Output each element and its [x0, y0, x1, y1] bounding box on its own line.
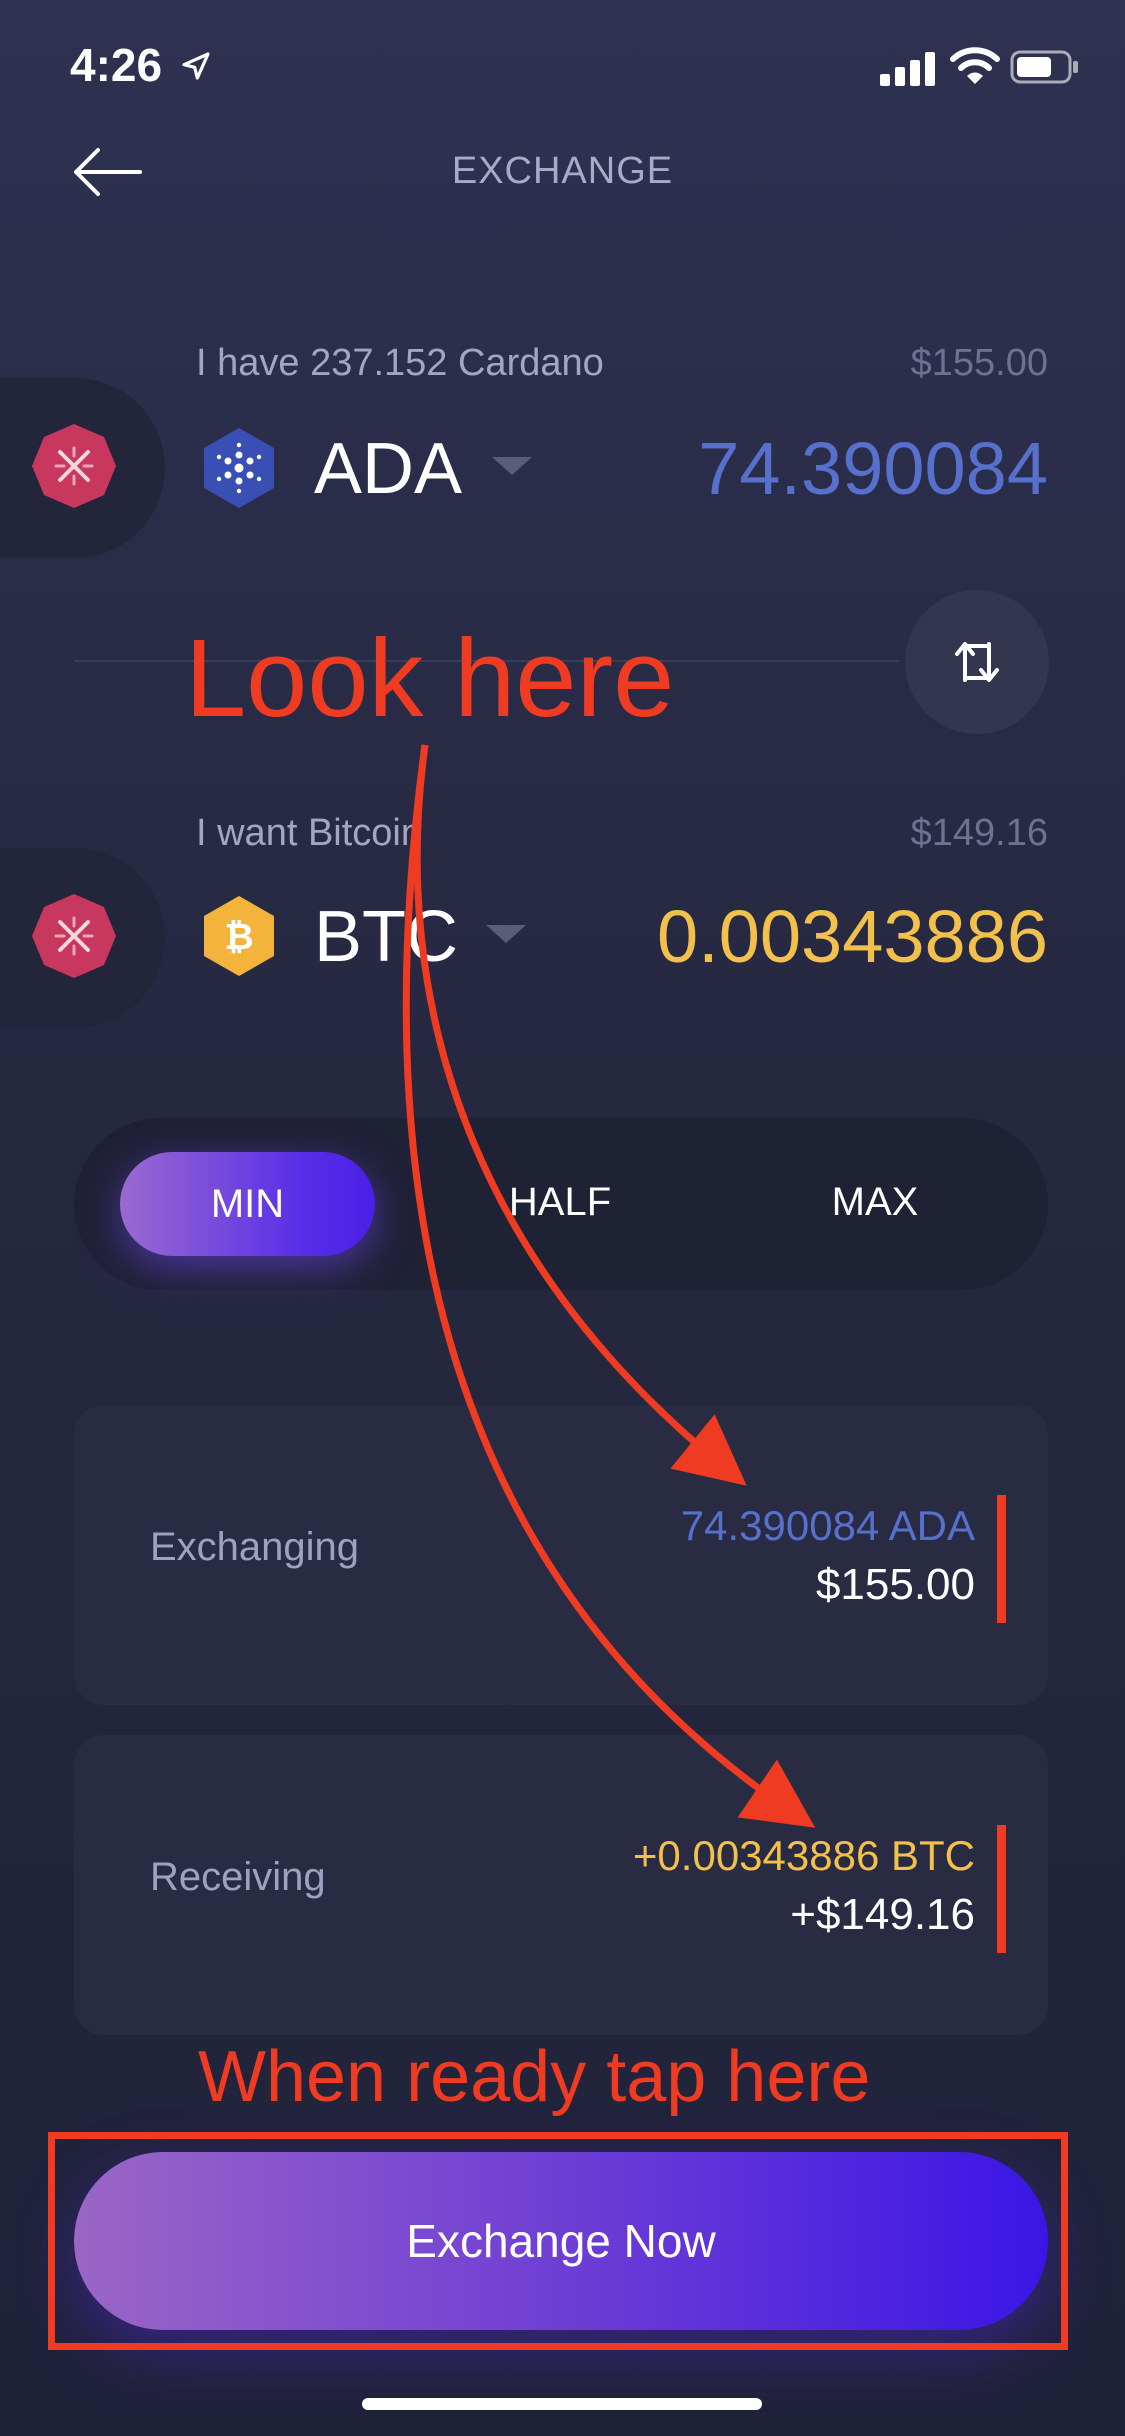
- page-title: EXCHANGE: [451, 150, 674, 192]
- from-label: I have 237.152 Cardano: [196, 342, 604, 384]
- chevron-down-icon[interactable]: [492, 457, 532, 477]
- status-time: 4:26: [70, 39, 163, 91]
- from-amount-input[interactable]: 74.390084: [560, 426, 1048, 511]
- from-usd-value: $155.00: [910, 342, 1048, 384]
- swap-button[interactable]: [905, 590, 1049, 734]
- annotation-highlight-box: [48, 2132, 1068, 2350]
- location-arrow-icon: [182, 52, 210, 80]
- min-button[interactable]: MIN: [120, 1152, 375, 1256]
- cardano-icon[interactable]: [197, 426, 281, 510]
- annotation-bar: [997, 1495, 1006, 1623]
- half-button[interactable]: HALF: [440, 1180, 680, 1225]
- from-coin-symbol[interactable]: ADA: [314, 428, 462, 510]
- battery-icon: [1010, 50, 1078, 84]
- remove-x-icon[interactable]: [28, 890, 120, 982]
- bitcoin-icon[interactable]: ₿: [197, 894, 281, 978]
- chevron-down-icon[interactable]: [486, 925, 526, 945]
- receiving-label: Receiving: [150, 1855, 326, 1899]
- exchanging-crypto-amount: 74.390084 ADA: [680, 1502, 975, 1549]
- svg-text:₿: ₿: [224, 917, 253, 958]
- signal-icon: [880, 52, 935, 86]
- swap-icon: [955, 642, 999, 682]
- remove-x-icon[interactable]: [28, 420, 120, 512]
- wifi-icon: [950, 47, 1000, 84]
- to-amount-input[interactable]: 0.00343886: [560, 894, 1048, 979]
- to-coin-symbol[interactable]: BTC: [314, 896, 458, 978]
- to-usd-value: $149.16: [910, 812, 1048, 854]
- exchanging-label: Exchanging: [150, 1525, 360, 1569]
- exchanging-usd-amount: $155.00: [815, 1560, 975, 1609]
- annotation-when-ready: When ready tap here: [198, 2037, 871, 2117]
- receiving-crypto-amount: +0.00343886 BTC: [632, 1832, 975, 1879]
- max-button[interactable]: MAX: [760, 1180, 990, 1225]
- annotation-bar: [997, 1825, 1006, 1953]
- home-indicator: [362, 2398, 762, 2410]
- annotation-look-here: Look here: [185, 617, 675, 740]
- to-label: I want Bitcoin: [196, 812, 422, 854]
- receiving-usd-amount: +$149.16: [790, 1890, 975, 1939]
